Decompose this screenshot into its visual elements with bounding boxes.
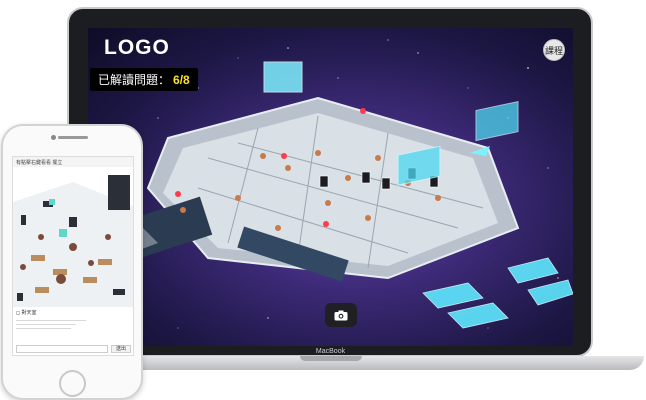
chat-messages xyxy=(16,317,132,343)
laptop-notch xyxy=(300,356,362,361)
device-mockup: LOGO 已解讀問題： 6/8 課程 MacBook 有點擊右鍵看看 擺立 ◻ … xyxy=(0,0,646,400)
phone-header: 有點擊右鍵看看 擺立 xyxy=(13,157,133,167)
progress-label: 已解讀問題： xyxy=(98,73,171,87)
progress-value: 6/8 xyxy=(173,73,190,87)
phone: 有點擊右鍵看看 擺立 ◻ 對天室 送出 xyxy=(1,124,143,400)
chat-title: ◻ 對天室 xyxy=(16,309,37,316)
phone-camera-icon xyxy=(51,135,56,140)
chat-title-label: 對天室 xyxy=(21,310,37,316)
camera-button[interactable] xyxy=(325,303,357,327)
home-button[interactable] xyxy=(59,370,86,397)
game-screen[interactable]: LOGO 已解讀問題： 6/8 課程 xyxy=(88,28,573,346)
course-button[interactable]: 課程 xyxy=(543,39,565,61)
phone-speaker xyxy=(58,136,88,139)
phone-screen: 有點擊右鍵看看 擺立 ◻ 對天室 送出 xyxy=(12,156,134,356)
question-progress: 已解讀問題： 6/8 xyxy=(90,68,198,91)
chat-input[interactable] xyxy=(16,345,108,353)
phone-game-scene xyxy=(13,167,133,307)
game-logo: LOGO xyxy=(104,36,170,59)
phone-game-view[interactable] xyxy=(13,167,133,307)
camera-icon xyxy=(334,310,348,320)
chat-icon: ◻ xyxy=(16,310,21,316)
laptop-brand: MacBook xyxy=(315,348,346,355)
spaceship-stage xyxy=(123,96,520,282)
send-button[interactable]: 送出 xyxy=(111,345,131,353)
